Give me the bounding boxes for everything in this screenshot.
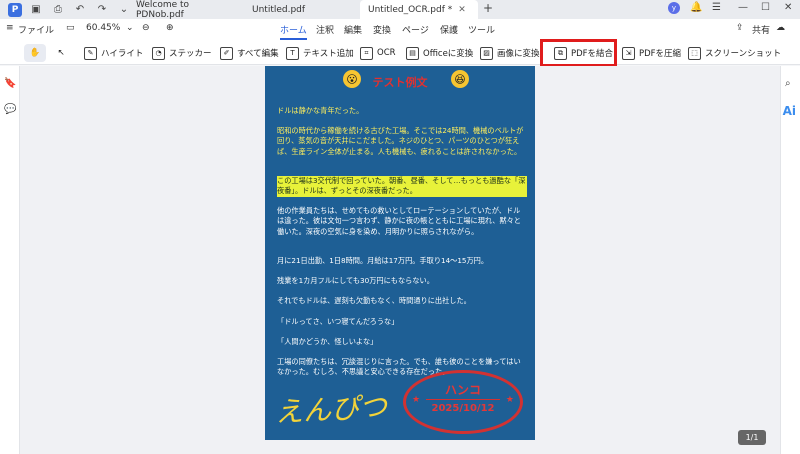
screenshot-button[interactable]: ⬚ スクリーンショット bbox=[688, 44, 781, 62]
share-icon[interactable]: ⇪ bbox=[736, 23, 744, 33]
save-icon[interactable]: ▣ bbox=[28, 2, 44, 18]
zoom-in-icon[interactable]: ⊕ bbox=[166, 23, 174, 33]
edit-all-button[interactable]: ✐ すべて編集 bbox=[220, 44, 279, 62]
pdf-page: 😮 テスト例文 😆 ドルは静かな青年だった。 昭和の時代から稼働を続ける古びた工… bbox=[265, 66, 535, 440]
menu-icon[interactable]: ☰ bbox=[712, 2, 721, 13]
close-tab-icon[interactable]: ✕ bbox=[458, 5, 466, 15]
laughing-emoji-icon: 😆 bbox=[451, 70, 469, 88]
ocr-button[interactable]: ⌗ OCR bbox=[360, 44, 396, 62]
text-box-icon: T bbox=[286, 46, 299, 60]
sticker-button[interactable]: ◔ ステッカー bbox=[152, 44, 212, 62]
document-title: テスト例文 bbox=[372, 76, 428, 89]
compress-pdf-button[interactable]: ⇲ PDFを圧縮 bbox=[622, 44, 681, 62]
image-icon: ▨ bbox=[480, 46, 493, 60]
office-icon: ▤ bbox=[406, 46, 419, 60]
menu-home[interactable]: ホーム bbox=[280, 23, 307, 40]
paragraph-4: 他の作業員たちは、せめてもの救いとしてローテーションしていたが、ドルは違った。彼… bbox=[277, 206, 521, 236]
file-menu[interactable]: ファイル bbox=[18, 23, 54, 36]
compress-icon: ⇲ bbox=[622, 46, 635, 60]
print-icon[interactable]: ⎙ bbox=[50, 2, 66, 18]
add-text-button[interactable]: T テキスト追加 bbox=[286, 44, 354, 62]
close-window-icon[interactable]: ✕ bbox=[784, 2, 792, 13]
undo-icon[interactable]: ↶ bbox=[72, 2, 88, 18]
ocr-icon: ⌗ bbox=[360, 46, 373, 60]
redo-icon[interactable]: ↷ bbox=[94, 2, 110, 18]
maximize-icon[interactable]: ☐ bbox=[761, 2, 770, 13]
toolbar: ✋ ↖ ✎ ハイライト ◔ ステッカー ✐ すべて編集 T テキスト追加 ⌗ O… bbox=[0, 41, 800, 65]
screenshot-icon: ⬚ bbox=[688, 46, 701, 60]
zoom-out-icon[interactable]: ⊖ bbox=[142, 23, 150, 33]
menu-convert[interactable]: 変換 bbox=[373, 23, 391, 36]
menu-bar: ≡ ファイル ▭ 60.45% ⌄ ⊖ ⊕ ホーム 注釈 編集 変換 ページ 保… bbox=[0, 19, 800, 41]
paragraph-5: 月に21日出勤、1日8時間。月給は17万円。手取り14～15万円。 bbox=[277, 256, 489, 265]
callout-box bbox=[540, 39, 617, 67]
sticker-icon: ◔ bbox=[152, 46, 165, 60]
menu-edit[interactable]: 編集 bbox=[344, 23, 362, 36]
new-tab-icon[interactable]: + bbox=[483, 1, 493, 15]
tab-title: Untitled_OCR.pdf * bbox=[368, 4, 453, 15]
ai-assistant-icon[interactable]: Ai bbox=[783, 104, 796, 118]
cloud-icon[interactable]: ☁ bbox=[776, 23, 785, 33]
handwritten-signature: えんぴつ bbox=[274, 390, 388, 429]
paragraph-8: 「ドルってさ、いつ寝てんだろうな」 bbox=[277, 317, 399, 326]
to-image-label: 画像に変換 bbox=[497, 49, 540, 59]
paragraph-1: ドルは静かな青年だった。 bbox=[277, 106, 364, 115]
zoom-level[interactable]: 60.45% bbox=[86, 23, 120, 33]
search-icon[interactable]: ⌕ bbox=[785, 78, 791, 89]
left-sidebar: 🔖 💬 bbox=[0, 66, 20, 454]
screenshot-label: スクリーンショット bbox=[705, 49, 782, 59]
highlight-button[interactable]: ✎ ハイライト bbox=[84, 44, 143, 62]
comment-icon[interactable]: 💬 bbox=[4, 104, 16, 115]
chevron-down-icon[interactable]: ⌄ bbox=[126, 23, 134, 33]
to-image-button[interactable]: ▨ 画像に変換 bbox=[480, 44, 540, 62]
stamp-divider bbox=[426, 399, 500, 400]
highlight-label: ハイライト bbox=[101, 49, 144, 59]
hanko-stamp: ハンコ ★ ★ 2025/10/12 bbox=[403, 370, 523, 434]
stamp-date: 2025/10/12 bbox=[431, 403, 495, 414]
share-button[interactable]: 共有 bbox=[752, 23, 770, 36]
avatar[interactable]: y bbox=[668, 2, 680, 14]
right-sidebar: ⌕ bbox=[780, 66, 800, 454]
hand-tool-icon[interactable]: ✋ bbox=[24, 44, 46, 62]
select-tool-icon[interactable]: ↖ bbox=[50, 44, 72, 62]
menu-protect[interactable]: 保護 bbox=[440, 23, 458, 36]
paragraph-3-highlighted: この工場は3交代制で回っていた。朝番、昼番、そして…もっとも過酷な「深夜番」。ド… bbox=[277, 176, 527, 197]
paragraph-2: 昭和の時代から稼働を続ける古びた工場。そこでは24時間、機械のベルトが回り、蒸気… bbox=[277, 126, 524, 156]
ocr-label: OCR bbox=[377, 48, 396, 58]
minimize-icon[interactable]: — bbox=[738, 2, 748, 13]
tab-title: Welcome to PDNob.pdf bbox=[136, 0, 190, 20]
paragraph-9: 「人間かどうか、怪しいよな」 bbox=[277, 337, 378, 346]
app-logo: P bbox=[8, 2, 22, 17]
edit-icon: ✐ bbox=[220, 46, 233, 60]
menu-tools[interactable]: ツール bbox=[468, 23, 495, 36]
tab-untitled[interactable]: Untitled.pdf bbox=[244, 0, 360, 19]
to-office-label: Officeに変換 bbox=[423, 49, 474, 59]
stamp-name: ハンコ bbox=[444, 383, 481, 397]
highlighter-icon: ✎ bbox=[84, 46, 97, 60]
page-indicator: 1/1 bbox=[738, 430, 766, 445]
hamburger-icon[interactable]: ≡ bbox=[6, 23, 14, 33]
page-view-icon[interactable]: ▭ bbox=[66, 23, 75, 33]
add-text-label: テキスト追加 bbox=[303, 49, 354, 59]
paragraph-6: 残業を1カ月フルにしても30万円にもならない。 bbox=[277, 276, 434, 285]
bell-icon[interactable]: 🔔 bbox=[690, 2, 702, 13]
sticker-label: ステッカー bbox=[169, 49, 212, 59]
tab-untitled-ocr[interactable]: Untitled_OCR.pdf * ✕ bbox=[360, 0, 478, 19]
compress-pdf-label: PDFを圧縮 bbox=[639, 49, 682, 59]
to-office-button[interactable]: ▤ Officeに変換 bbox=[406, 44, 473, 62]
edit-all-label: すべて編集 bbox=[237, 49, 279, 59]
tab-title: Untitled.pdf bbox=[252, 4, 306, 15]
menu-annotate[interactable]: 注釈 bbox=[316, 23, 334, 36]
tab-welcome[interactable]: Welcome to PDNob.pdf bbox=[128, 0, 244, 20]
bookmark-icon[interactable]: 🔖 bbox=[4, 78, 16, 89]
paragraph-7: それでもドルは、遅刻も欠勤もなく、時間通りに出社した。 bbox=[277, 296, 471, 305]
menu-page[interactable]: ページ bbox=[402, 23, 429, 36]
